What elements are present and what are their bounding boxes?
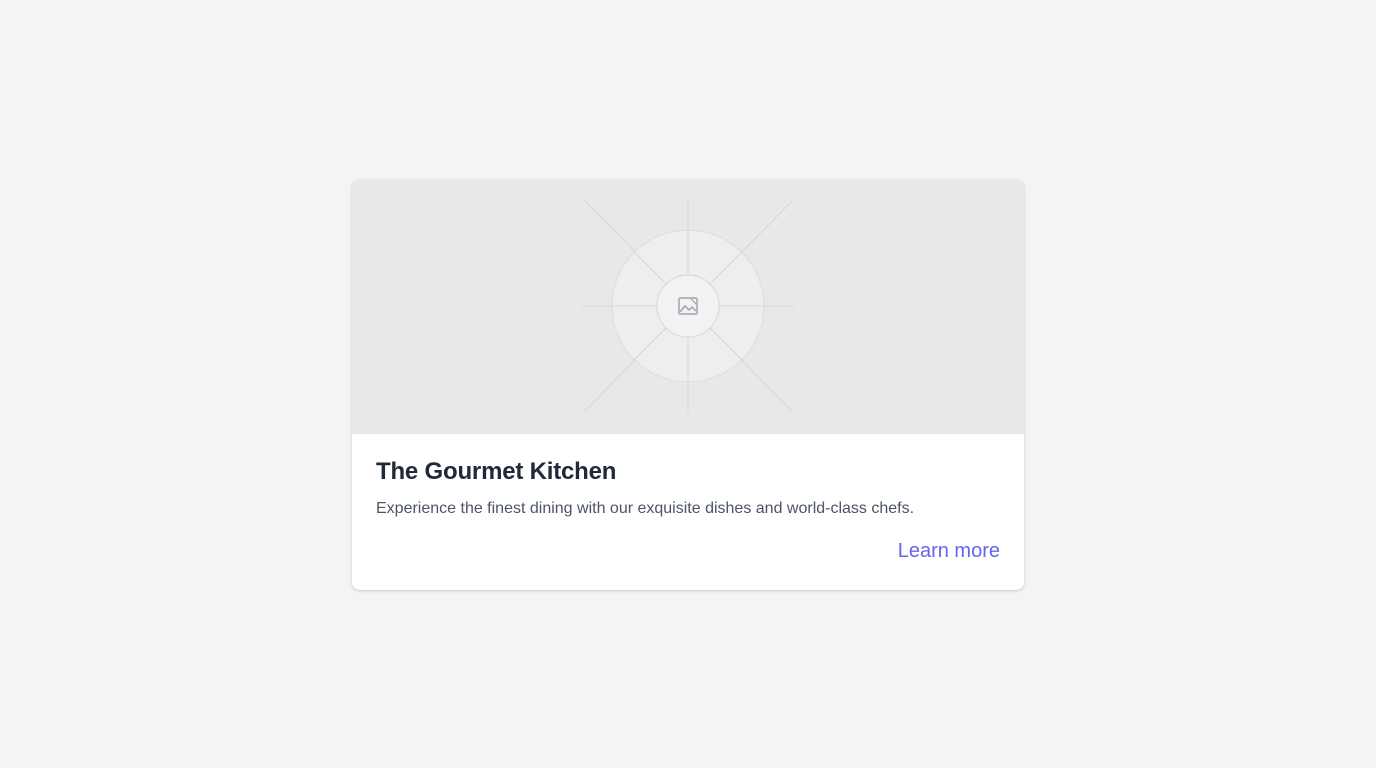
learn-more-link[interactable]: Learn more xyxy=(898,540,1000,563)
restaurant-card: The Gourmet Kitchen Experience the fines… xyxy=(352,179,1024,590)
card-title: The Gourmet Kitchen xyxy=(376,458,617,485)
card-description: Experience the finest dining with our ex… xyxy=(376,500,915,517)
card-image-placeholder xyxy=(352,179,1024,434)
image-icon xyxy=(678,297,698,315)
